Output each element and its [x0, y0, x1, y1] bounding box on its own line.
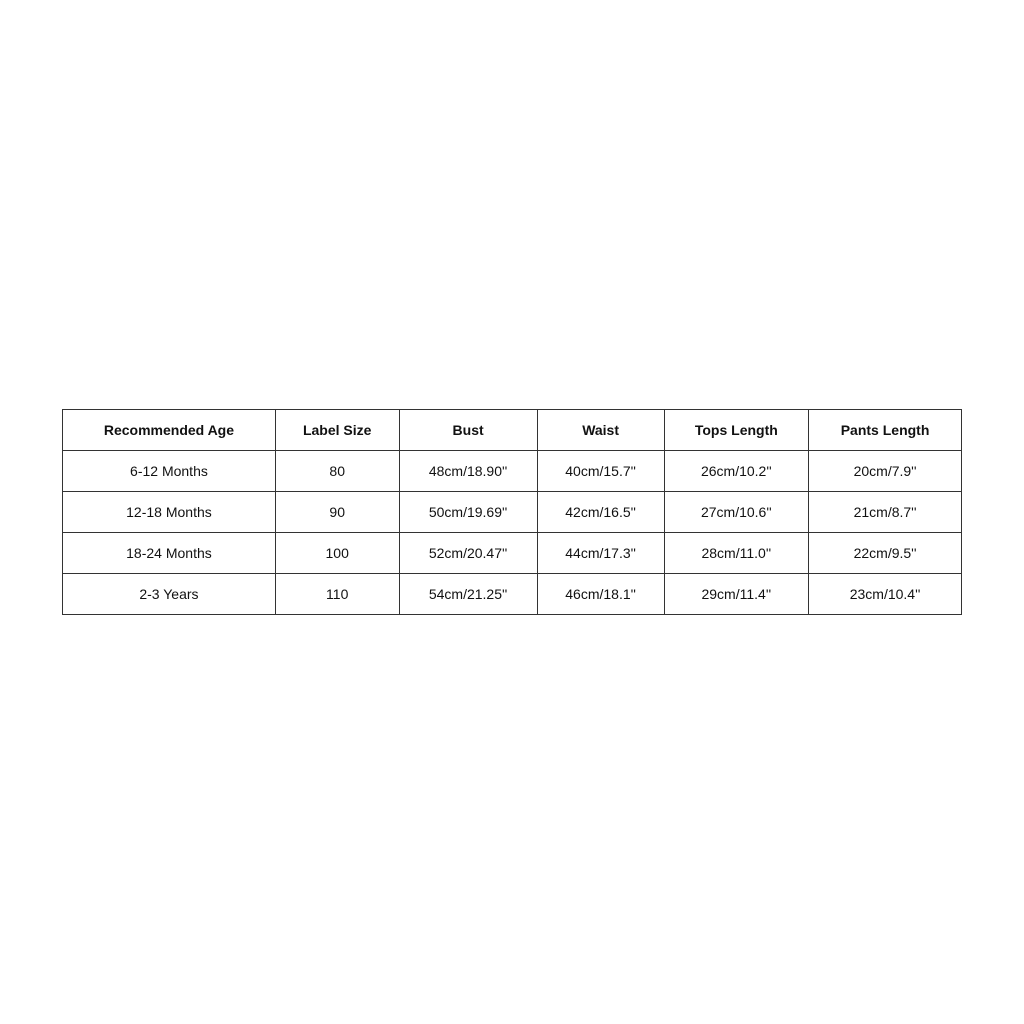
- table-header-row: Recommended Age Label Size Bust Waist To…: [63, 410, 962, 451]
- cell-waist: 42cm/16.5'': [537, 492, 664, 533]
- size-chart-table: Recommended Age Label Size Bust Waist To…: [62, 409, 962, 615]
- cell-label-size: 80: [275, 451, 399, 492]
- header-waist: Waist: [537, 410, 664, 451]
- header-bust: Bust: [399, 410, 537, 451]
- cell-tops-length: 29cm/11.4'': [664, 574, 809, 615]
- header-tops-length: Tops Length: [664, 410, 809, 451]
- cell-bust: 54cm/21.25'': [399, 574, 537, 615]
- cell-pants-length: 23cm/10.4'': [809, 574, 962, 615]
- cell-tops-length: 28cm/11.0'': [664, 533, 809, 574]
- header-pants-length: Pants Length: [809, 410, 962, 451]
- cell-tops-length: 27cm/10.6'': [664, 492, 809, 533]
- cell-tops-length: 26cm/10.2'': [664, 451, 809, 492]
- cell-pants-length: 20cm/7.9'': [809, 451, 962, 492]
- cell-bust: 50cm/19.69'': [399, 492, 537, 533]
- cell-label-size: 110: [275, 574, 399, 615]
- cell-waist: 44cm/17.3'': [537, 533, 664, 574]
- cell-label-size: 90: [275, 492, 399, 533]
- cell-waist: 46cm/18.1'': [537, 574, 664, 615]
- table-row: 12-18 Months9050cm/19.69''42cm/16.5''27c…: [63, 492, 962, 533]
- cell-waist: 40cm/15.7'': [537, 451, 664, 492]
- cell-age: 2-3 Years: [63, 574, 276, 615]
- size-chart-container: Recommended Age Label Size Bust Waist To…: [62, 409, 962, 615]
- cell-label-size: 100: [275, 533, 399, 574]
- cell-pants-length: 22cm/9.5'': [809, 533, 962, 574]
- cell-age: 18-24 Months: [63, 533, 276, 574]
- cell-age: 12-18 Months: [63, 492, 276, 533]
- header-recommended-age: Recommended Age: [63, 410, 276, 451]
- table-row: 18-24 Months10052cm/20.47''44cm/17.3''28…: [63, 533, 962, 574]
- table-row: 6-12 Months8048cm/18.90''40cm/15.7''26cm…: [63, 451, 962, 492]
- cell-bust: 48cm/18.90'': [399, 451, 537, 492]
- cell-pants-length: 21cm/8.7'': [809, 492, 962, 533]
- cell-age: 6-12 Months: [63, 451, 276, 492]
- cell-bust: 52cm/20.47'': [399, 533, 537, 574]
- header-label-size: Label Size: [275, 410, 399, 451]
- table-row: 2-3 Years11054cm/21.25''46cm/18.1''29cm/…: [63, 574, 962, 615]
